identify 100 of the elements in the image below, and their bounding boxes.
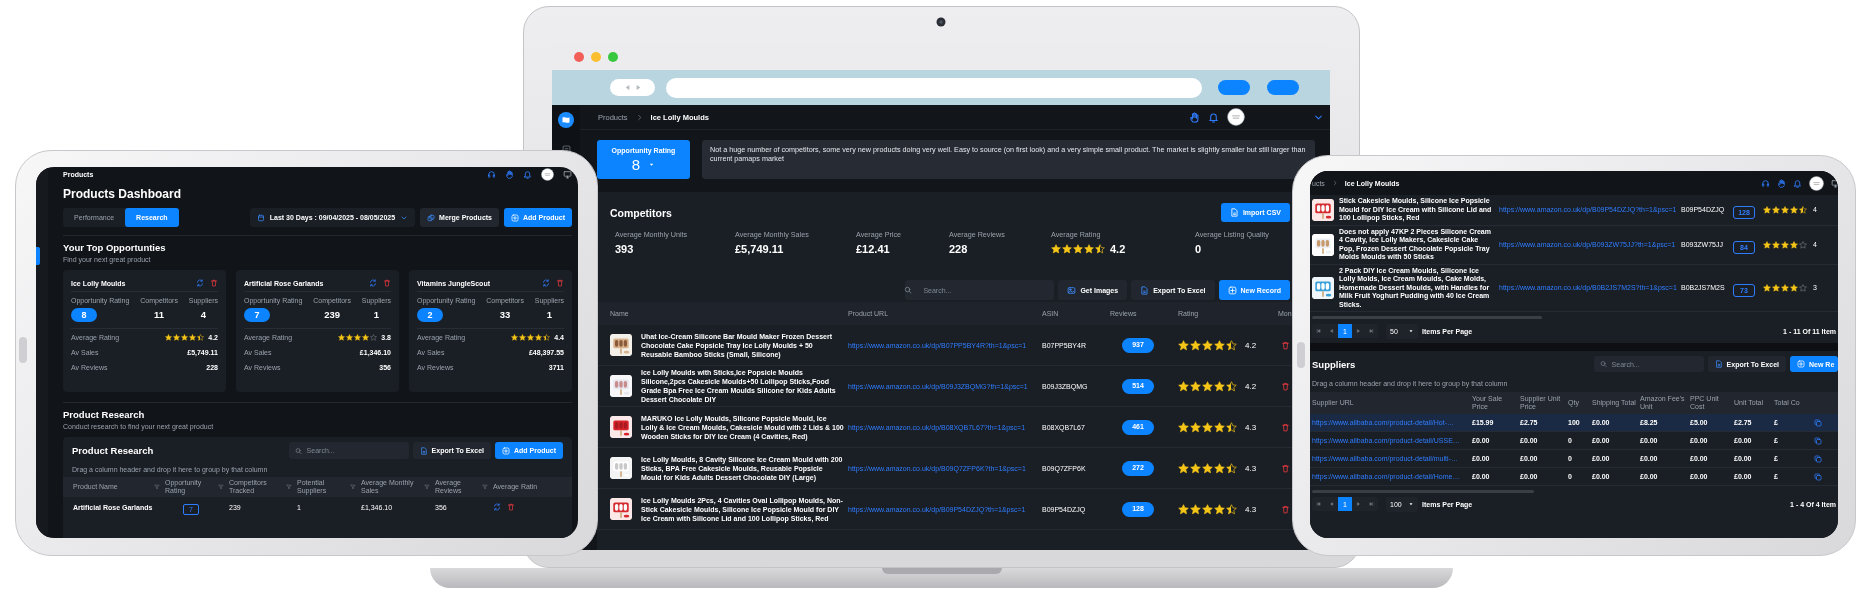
copy-icon[interactable] <box>1814 418 1822 427</box>
avatar[interactable] <box>1809 175 1824 191</box>
star-icon <box>1202 462 1213 474</box>
star-icon <box>1190 380 1201 392</box>
refresh-icon[interactable] <box>196 279 204 287</box>
star-icon <box>1214 339 1225 351</box>
star-icon <box>1062 244 1072 254</box>
stat-value: 33 <box>499 308 511 322</box>
avatar[interactable] <box>541 168 554 181</box>
stat-value: 1 <box>373 308 380 322</box>
monitor-icon[interactable] <box>1831 178 1838 188</box>
rating-value: 4.3 <box>1245 463 1257 473</box>
trash-icon[interactable] <box>1281 504 1290 514</box>
plus-icon <box>502 446 510 455</box>
chevron-right-icon <box>635 113 643 121</box>
trash-icon[interactable] <box>1281 340 1290 350</box>
dropdown-caret-icon <box>1408 328 1414 334</box>
bell-icon[interactable] <box>1793 178 1802 188</box>
bell-icon[interactable] <box>1208 111 1219 123</box>
trash-icon[interactable] <box>507 503 515 511</box>
star-icon <box>1190 462 1201 474</box>
image-icon <box>1067 285 1077 295</box>
webcam-icon <box>936 17 946 27</box>
stat-value: 228 <box>949 243 969 255</box>
rating-value: 4.3 <box>1245 422 1257 432</box>
document-icon <box>419 446 428 455</box>
search-icon <box>904 286 913 294</box>
star-icon <box>1178 421 1189 433</box>
section-title: Product Research <box>63 409 146 420</box>
app-logo <box>558 112 574 128</box>
copy-icon[interactable] <box>1814 472 1822 481</box>
horizontal-scrollbar[interactable] <box>1312 490 1534 493</box>
chevron-right-icon <box>1331 180 1338 186</box>
copy-icon[interactable] <box>1814 454 1822 463</box>
hand-icon[interactable] <box>1189 111 1200 123</box>
trash-icon[interactable] <box>1281 381 1290 391</box>
toolbar-button[interactable] <box>1218 80 1250 95</box>
document-icon <box>1229 208 1239 217</box>
search-icon <box>294 447 302 454</box>
star-icon <box>1226 421 1237 433</box>
refresh-icon[interactable] <box>493 503 501 511</box>
star-icon <box>1202 380 1213 392</box>
maximize-button[interactable] <box>608 52 618 62</box>
star-icon <box>1214 380 1225 392</box>
stat-value: 4 <box>200 308 207 322</box>
filter-icon[interactable] <box>350 484 356 490</box>
bell-icon[interactable] <box>523 170 532 179</box>
table-title: Product Research <box>72 445 154 456</box>
trash-icon[interactable] <box>556 279 564 287</box>
plus-icon <box>511 213 519 222</box>
filter-icon[interactable] <box>218 484 224 490</box>
copy-icon[interactable] <box>1814 436 1822 445</box>
refresh-icon[interactable] <box>369 279 377 287</box>
star-icon <box>1214 462 1225 474</box>
overlapping-squares-icon <box>427 213 436 222</box>
star-icon <box>1095 244 1105 254</box>
hand-icon[interactable] <box>1777 178 1786 188</box>
stat-value: 11 <box>154 308 165 322</box>
opportunity-badge: 7 <box>244 308 270 322</box>
opportunity-badge: 2 <box>417 308 443 322</box>
star-icon <box>1214 421 1225 433</box>
refresh-icon[interactable] <box>542 279 550 287</box>
monitor-icon[interactable] <box>563 170 572 179</box>
stat-value: 4.2 <box>1110 243 1126 255</box>
hand-icon[interactable] <box>505 170 514 179</box>
filter-icon[interactable] <box>154 484 160 490</box>
page-title: Products Dashboard <box>63 187 183 201</box>
horizontal-scrollbar[interactable] <box>1312 316 1542 319</box>
star-icon <box>1226 380 1237 392</box>
toolbar-button[interactable] <box>1267 80 1299 95</box>
stat-value: £12.41 <box>856 243 891 255</box>
trash-icon[interactable] <box>383 279 391 287</box>
stat-value: 239 <box>324 308 340 322</box>
filter-icon[interactable] <box>424 484 430 490</box>
filter-icon[interactable] <box>286 484 292 490</box>
stat-value: £5,749.11 <box>735 243 785 255</box>
forward-icon[interactable] <box>634 84 642 91</box>
back-icon[interactable] <box>623 84 631 91</box>
section-title: Competitors <box>610 206 672 219</box>
filter-icon[interactable] <box>482 484 488 490</box>
headset-icon[interactable] <box>1761 178 1770 188</box>
star-icon <box>1202 339 1213 351</box>
opportunity-badge: 8 <box>71 308 97 322</box>
trash-icon[interactable] <box>1281 463 1290 473</box>
headset-icon[interactable] <box>487 170 496 179</box>
calendar-icon <box>256 213 265 222</box>
nav-indicator <box>36 247 40 265</box>
document-icon <box>1140 285 1150 295</box>
star-icon <box>1214 503 1225 515</box>
back-forward-button[interactable] <box>610 79 655 96</box>
star-icon <box>1178 503 1189 515</box>
address-bar[interactable] <box>666 77 1202 98</box>
rating-value: 4.3 <box>1245 504 1257 514</box>
star-icon <box>1226 339 1237 351</box>
star-icon <box>1190 503 1201 515</box>
avatar[interactable] <box>1227 108 1245 126</box>
close-button[interactable] <box>574 52 584 62</box>
star-icon <box>1226 462 1237 474</box>
trash-icon[interactable] <box>210 279 218 287</box>
trash-icon[interactable] <box>1281 422 1290 432</box>
